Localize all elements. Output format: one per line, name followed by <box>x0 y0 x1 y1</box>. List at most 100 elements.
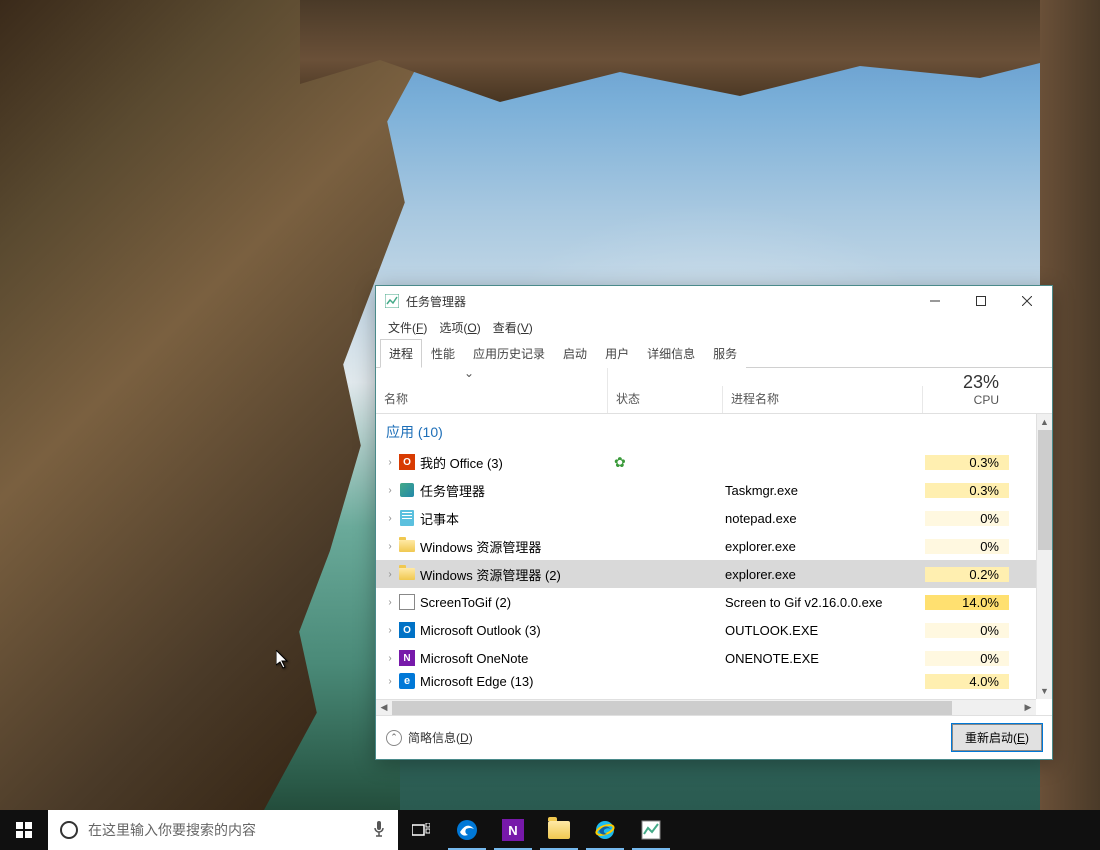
titlebar[interactable]: 任务管理器 <box>376 286 1052 316</box>
process-row[interactable]: › ScreenToGif (2) Screen to Gif v2.16.0.… <box>376 588 1036 616</box>
group-apps[interactable]: 应用 (10) <box>376 414 1036 448</box>
task-icons: N <box>398 810 674 850</box>
tab-processes[interactable]: 进程 <box>380 339 422 368</box>
scroll-down-icon[interactable]: ▼ <box>1037 683 1052 699</box>
menu-options[interactable]: 选项(O) <box>433 317 486 338</box>
app-icon <box>398 510 416 526</box>
expand-icon[interactable]: › <box>382 597 398 608</box>
menu-file[interactable]: 文件(F) <box>382 317 433 338</box>
leaf-icon: ✿ <box>614 454 626 471</box>
minimize-button[interactable] <box>912 286 958 316</box>
process-row[interactable]: › 记事本 notepad.exe 0% <box>376 504 1036 532</box>
wallpaper-rock-left <box>0 0 440 810</box>
process-list-container: 应用 (10) › O 我的 Office (3) ✿ 0.3% › 任务管理器… <box>376 414 1052 715</box>
close-button[interactable] <box>1004 286 1050 316</box>
process-row[interactable]: › N Microsoft OneNote ONENOTE.EXE 0% <box>376 644 1036 672</box>
header-name[interactable]: ⌄ 名称 <box>376 362 608 413</box>
app-icon <box>398 482 416 498</box>
process-cpu: 0% <box>925 511 1009 526</box>
taskbar-explorer[interactable] <box>536 810 582 850</box>
process-name: 我的 Office (3) <box>420 453 610 472</box>
cpu-total: 23% <box>931 372 999 393</box>
menubar: 文件(F) 选项(O) 查看(V) <box>376 316 1052 338</box>
header-process-name[interactable]: 进程名称 <box>723 386 923 413</box>
cortana-icon <box>60 821 78 839</box>
scroll-thumb[interactable] <box>1038 430 1052 550</box>
process-row[interactable]: › 任务管理器 Taskmgr.exe 0.3% <box>376 476 1036 504</box>
app-icon: O <box>398 622 416 638</box>
fewer-details-button[interactable]: ⌃ 简略信息(D) <box>386 729 473 746</box>
process-cpu: 4.0% <box>925 674 1009 689</box>
menu-view[interactable]: 查看(V) <box>487 317 539 338</box>
task-manager-window: 任务管理器 文件(F) 选项(O) 查看(V) 进程 性能 应用历史记录 启动 … <box>375 285 1053 760</box>
tab-users[interactable]: 用户 <box>596 339 638 368</box>
process-cpu: 14.0% <box>925 595 1009 610</box>
task-view-button[interactable] <box>398 810 444 850</box>
sort-chevron-icon: ⌄ <box>464 366 599 380</box>
maximize-button[interactable] <box>958 286 1004 316</box>
process-exe: OUTLOOK.EXE <box>725 623 925 638</box>
process-exe: notepad.exe <box>725 511 925 526</box>
process-cpu: 0% <box>925 651 1009 666</box>
process-name: 记事本 <box>420 509 610 528</box>
app-icon <box>398 594 416 610</box>
tab-services[interactable]: 服务 <box>704 339 746 368</box>
tab-details[interactable]: 详细信息 <box>638 339 704 368</box>
chevron-up-icon: ⌃ <box>386 730 402 746</box>
process-exe: ONENOTE.EXE <box>725 651 925 666</box>
process-row[interactable]: › Windows 资源管理器 explorer.exe 0% <box>376 532 1036 560</box>
taskbar-edge[interactable] <box>444 810 490 850</box>
app-icon <box>398 566 416 582</box>
search-box[interactable]: 在这里输入你要搜索的内容 <box>48 810 398 850</box>
header-status[interactable]: 状态 <box>608 386 723 413</box>
header-cpu[interactable]: 23% CPU <box>923 368 1007 413</box>
process-exe: explorer.exe <box>725 539 925 554</box>
process-cpu: 0.3% <box>925 455 1009 470</box>
scroll-left-icon[interactable]: ◀ <box>376 700 392 715</box>
scroll-thumb[interactable] <box>392 701 952 715</box>
process-row[interactable]: › O 我的 Office (3) ✿ 0.3% <box>376 448 1036 476</box>
vertical-scrollbar[interactable]: ▲ ▼ <box>1036 414 1052 699</box>
scroll-up-icon[interactable]: ▲ <box>1037 414 1052 430</box>
tab-startup[interactable]: 启动 <box>554 339 596 368</box>
process-row[interactable]: › O Microsoft Outlook (3) OUTLOOK.EXE 0% <box>376 616 1036 644</box>
process-cpu: 0% <box>925 539 1009 554</box>
expand-icon[interactable]: › <box>382 625 398 636</box>
expand-icon[interactable]: › <box>382 457 398 468</box>
window-title: 任务管理器 <box>406 293 912 310</box>
app-icon <box>398 538 416 554</box>
expand-icon[interactable]: › <box>382 653 398 664</box>
mouse-cursor-icon <box>276 650 290 670</box>
process-status: ✿ <box>610 454 725 471</box>
expand-icon[interactable]: › <box>382 513 398 524</box>
horizontal-scrollbar[interactable]: ◀ ▶ <box>376 699 1036 715</box>
window-footer: ⌃ 简略信息(D) 重新启动(E) <box>376 715 1052 759</box>
taskbar-ie[interactable] <box>582 810 628 850</box>
scroll-right-icon[interactable]: ▶ <box>1020 700 1036 715</box>
process-row[interactable]: › e Microsoft Edge (13) 4.0% <box>376 672 1036 690</box>
process-list: 应用 (10) › O 我的 Office (3) ✿ 0.3% › 任务管理器… <box>376 414 1036 699</box>
tab-bar: 进程 性能 应用历史记录 启动 用户 详细信息 服务 <box>376 338 1052 368</box>
windows-logo-icon <box>16 822 32 838</box>
start-button[interactable] <box>0 810 48 850</box>
process-exe: Taskmgr.exe <box>725 483 925 498</box>
tab-app-history[interactable]: 应用历史记录 <box>464 339 554 368</box>
process-exe: Screen to Gif v2.16.0.0.exe <box>725 595 925 610</box>
expand-icon[interactable]: › <box>382 676 398 687</box>
tab-performance[interactable]: 性能 <box>422 339 464 368</box>
taskbar-task-manager[interactable] <box>628 810 674 850</box>
column-headers: ⌄ 名称 状态 进程名称 23% CPU <box>376 368 1052 414</box>
expand-icon[interactable]: › <box>382 569 398 580</box>
process-row[interactable]: › Windows 资源管理器 (2) explorer.exe 0.2% <box>376 560 1036 588</box>
process-name: Microsoft Edge (13) <box>420 674 610 689</box>
restart-button[interactable]: 重新启动(E) <box>952 724 1042 751</box>
window-controls <box>912 286 1050 316</box>
microphone-icon[interactable] <box>372 820 386 841</box>
process-name: Windows 资源管理器 (2) <box>420 565 610 584</box>
process-name: ScreenToGif (2) <box>420 595 610 610</box>
app-icon: N <box>398 650 416 666</box>
expand-icon[interactable]: › <box>382 541 398 552</box>
expand-icon[interactable]: › <box>382 485 398 496</box>
process-name: 任务管理器 <box>420 481 610 500</box>
taskbar-onenote[interactable]: N <box>490 810 536 850</box>
